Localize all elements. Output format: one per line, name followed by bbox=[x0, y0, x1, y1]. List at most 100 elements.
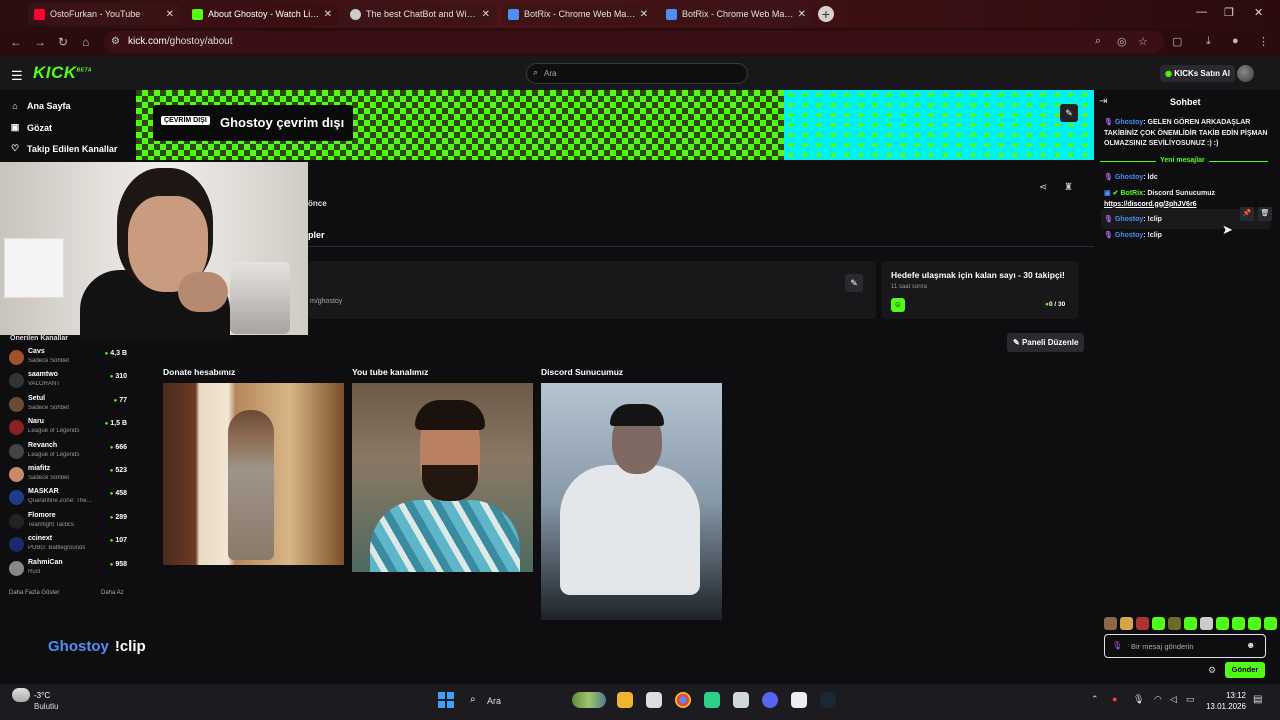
sidebar-item-home[interactable]: ⌂ Ana Sayfa bbox=[10, 101, 70, 111]
tab-clips[interactable]: pler bbox=[308, 230, 325, 240]
menu-dots-icon[interactable]: ⋮ bbox=[1258, 35, 1269, 48]
chat-nick[interactable]: Ghostoy bbox=[1115, 216, 1143, 223]
suggested-channel-item[interactable]: RahmiCan Rust 958 bbox=[9, 558, 129, 580]
site-info-icon[interactable]: ⚙ bbox=[111, 36, 120, 47]
window-close-icon[interactable]: ✕ bbox=[1254, 6, 1263, 19]
pin-message-icon[interactable]: 📌 bbox=[1240, 207, 1254, 221]
close-icon[interactable]: ✕ bbox=[482, 9, 490, 20]
maximize-icon[interactable]: ❐ bbox=[1224, 6, 1234, 19]
suggested-channel-item[interactable]: saamtwo VALORANT 310 bbox=[9, 370, 129, 392]
chat-settings-icon[interactable]: ⚙ bbox=[1208, 665, 1216, 676]
taskbar-search[interactable]: Ara bbox=[487, 696, 501, 706]
delete-message-icon[interactable]: 🗑 bbox=[1258, 207, 1272, 221]
volume-icon[interactable]: ◁ bbox=[1170, 694, 1177, 705]
chat-message[interactable]: 🎙 Ghostoy: GELEN GÖREN ARKADAŞLAR TAKİBİN… bbox=[1104, 118, 1270, 150]
extensions-icon[interactable]: ▢ bbox=[1172, 35, 1182, 48]
emote-icon[interactable] bbox=[1216, 617, 1229, 630]
wifi-icon[interactable]: ◠ bbox=[1154, 694, 1162, 705]
collapse-chat-icon[interactable]: ⇥ bbox=[1099, 96, 1107, 107]
emote-icon[interactable] bbox=[1136, 617, 1149, 630]
suggested-channel-item[interactable]: MASKAR Quarantine Zone: The... 458 bbox=[9, 487, 129, 509]
emote-icon[interactable] bbox=[1104, 617, 1117, 630]
new-tab-button[interactable]: + bbox=[818, 6, 834, 22]
bookmark-star-icon[interactable]: ☆ bbox=[1138, 35, 1148, 48]
share-icon[interactable]: ⋖ bbox=[1039, 182, 1047, 193]
emote-icon[interactable] bbox=[1200, 617, 1213, 630]
notification-icon[interactable]: ▤ bbox=[1253, 694, 1262, 705]
about-edit-button[interactable]: ✎ bbox=[845, 274, 863, 292]
file-explorer-icon[interactable] bbox=[617, 692, 633, 708]
clock-time[interactable]: 13:12 bbox=[1206, 691, 1246, 700]
emote-icon[interactable] bbox=[1184, 617, 1197, 630]
chat-nick[interactable]: BotRix bbox=[1121, 190, 1144, 197]
kick-logo[interactable]: KICKBETA bbox=[33, 63, 92, 83]
close-icon[interactable]: ✕ bbox=[640, 9, 648, 20]
chrome-icon[interactable] bbox=[675, 692, 691, 708]
show-less-link[interactable]: Daha Az bbox=[101, 590, 124, 596]
close-icon[interactable]: ✕ bbox=[166, 9, 174, 20]
app-icon[interactable] bbox=[733, 692, 749, 708]
emote-icon[interactable] bbox=[1248, 617, 1261, 630]
emoji-picker-icon[interactable]: ☻ bbox=[1246, 640, 1255, 650]
user-avatar[interactable] bbox=[1237, 65, 1254, 82]
suggested-channel-item[interactable]: Setul Sadece Sohbet 77 bbox=[9, 394, 129, 416]
clock-date[interactable]: 13.01.2026 bbox=[1198, 702, 1246, 711]
emote-icon[interactable] bbox=[1120, 617, 1133, 630]
url-field[interactable] bbox=[104, 31, 1164, 53]
chat-nick[interactable]: Ghostoy bbox=[1115, 174, 1143, 181]
zoom-icon[interactable]: ⌕ bbox=[1095, 35, 1101, 48]
follow-icon[interactable]: ♜ bbox=[1064, 182, 1073, 193]
browser-tab-webstore-2[interactable]: BotRix - Chrome Web Mağazası ✕ bbox=[660, 3, 812, 25]
suggested-channel-item[interactable]: miafitz Sadece Sohbet 523 bbox=[9, 464, 129, 486]
back-icon[interactable]: ← bbox=[10, 35, 22, 49]
close-icon[interactable]: ✕ bbox=[324, 9, 332, 20]
emote-icon[interactable] bbox=[1232, 617, 1245, 630]
app-icon[interactable] bbox=[791, 692, 807, 708]
search-input[interactable] bbox=[526, 63, 748, 84]
profile-icon[interactable]: ● bbox=[1232, 35, 1239, 47]
app-icon[interactable] bbox=[704, 692, 720, 708]
discord-icon[interactable] bbox=[762, 692, 778, 708]
reload-icon[interactable]: ↻ bbox=[58, 35, 68, 49]
send-button[interactable]: Gönder bbox=[1225, 662, 1265, 678]
download-icon[interactable]: ⤓ bbox=[1206, 35, 1211, 48]
browser-tab-kick[interactable]: About Ghostoy - Watch Live on Kick ✕ bbox=[186, 3, 338, 25]
chat-link[interactable]: https://discord.gg/3phJV6r6 bbox=[1104, 201, 1197, 208]
tray-app-icon[interactable]: ● bbox=[1112, 694, 1117, 704]
buy-kicks-button[interactable]: ◉ KICKs Satın Al bbox=[1160, 65, 1235, 82]
start-button[interactable] bbox=[438, 692, 454, 708]
url-text[interactable]: kick.com/ghostoy/about bbox=[128, 36, 233, 47]
suggested-channel-item[interactable]: ccinext PUBG: Battlegrounds 107 bbox=[9, 534, 129, 556]
emote-icon[interactable] bbox=[1264, 617, 1277, 630]
search-icon[interactable]: ⌕ bbox=[470, 694, 476, 705]
browser-tab-youtube[interactable]: OstoFurkan - YouTube ✕ bbox=[28, 3, 180, 25]
sidebar-item-following[interactable]: ♡ Takip Edilen Kanallar bbox=[10, 143, 117, 154]
social-link[interactable]: m/ghostoy bbox=[310, 298, 342, 305]
browser-tab-botrix-site[interactable]: The best ChatBot and Widgets ✕ bbox=[344, 3, 496, 25]
steam-icon[interactable] bbox=[820, 692, 836, 708]
chevron-up-icon[interactable]: ⌃ bbox=[1091, 694, 1099, 705]
suggested-channel-item[interactable]: Revanch League of Legends 666 bbox=[9, 441, 129, 463]
suggested-channel-item[interactable]: Naru League of Legends 1,5 B bbox=[9, 417, 129, 439]
chat-nick[interactable]: Ghostoy bbox=[1115, 232, 1143, 239]
chat-message[interactable]: 🎙 Ghostoy: ldc bbox=[1104, 173, 1270, 184]
search-highlight-image[interactable] bbox=[572, 692, 606, 708]
edit-panels-button[interactable]: ✎ Paneli Düzenle bbox=[1007, 333, 1085, 352]
browser-tab-webstore-1[interactable]: BotRix - Chrome Web Mağazası ✕ bbox=[502, 3, 654, 25]
close-icon[interactable]: ✕ bbox=[798, 9, 806, 20]
suggested-channel-item[interactable]: Cavs Sadece Sohbet 4,3 B bbox=[9, 347, 129, 369]
minimize-icon[interactable]: — bbox=[1196, 6, 1207, 18]
home-icon[interactable]: ⌂ bbox=[82, 35, 89, 49]
eye-off-icon[interactable]: ◎ bbox=[1117, 35, 1127, 48]
chat-nick[interactable]: Ghostoy bbox=[1115, 119, 1143, 126]
banner-edit-button[interactable]: ✎ bbox=[1060, 104, 1078, 122]
battery-icon[interactable]: ▭ bbox=[1186, 694, 1195, 705]
forward-icon[interactable]: → bbox=[34, 35, 46, 49]
suggested-channel-item[interactable]: Flomore Teamfight Tactics 289 bbox=[9, 511, 129, 533]
sidebar-item-browse[interactable]: ▣ Gözat bbox=[10, 122, 52, 133]
emote-icon[interactable] bbox=[1168, 617, 1181, 630]
cloud-icon[interactable] bbox=[12, 688, 30, 702]
microphone-icon[interactable]: 🎙 bbox=[1133, 694, 1144, 705]
hamburger-menu-icon[interactable]: ☰ bbox=[11, 68, 23, 84]
store-icon[interactable] bbox=[646, 692, 662, 708]
